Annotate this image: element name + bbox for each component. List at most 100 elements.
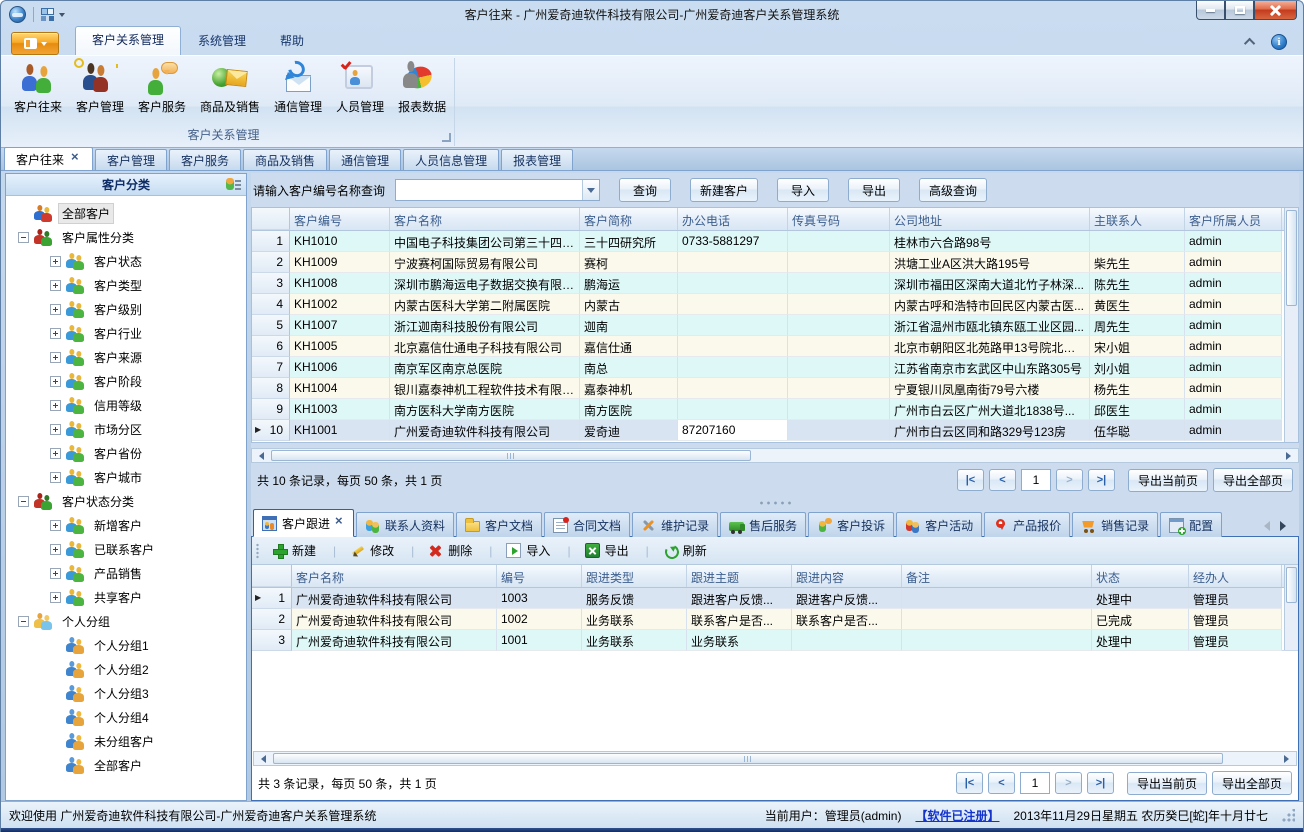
detail-tab[interactable]: 客户活动 <box>896 512 982 537</box>
tree-item[interactable]: 客户状态 <box>6 249 246 273</box>
table-row[interactable]: 4 KH1002 内蒙古医科大学第二附属医院 内蒙古 内蒙古呼和浩特市回民区内蒙… <box>252 294 1298 315</box>
ribbon-button[interactable]: 通信管理 <box>267 58 329 115</box>
toolbar-button[interactable]: 导入 <box>499 542 577 559</box>
table-row[interactable]: 9 KH1003 南方医科大学南方医院 南方医院 广州市白云区广州大道北1838… <box>252 399 1298 420</box>
detail-tab[interactable]: 客户文档 <box>456 512 542 537</box>
detail-tab[interactable]: 联系人资料 <box>356 512 454 537</box>
document-tab[interactable]: 客户管理 <box>95 149 167 170</box>
next-page-button[interactable]: > <box>1056 469 1083 491</box>
ribbon-tab[interactable]: 系统管理 <box>181 27 263 55</box>
tree-item[interactable]: 全部客户 <box>6 201 246 225</box>
app-menu-button[interactable] <box>11 32 59 55</box>
detail-tab[interactable]: 配置 <box>1160 512 1222 537</box>
col-header-follow-subject[interactable]: 跟进主题 <box>687 565 792 587</box>
table-row[interactable]: 2 广州爱奇迪软件科技有限公司 1002 业务联系 联系客户是否... 联系客户… <box>252 609 1298 630</box>
tree-item[interactable]: 个人分组3 <box>6 681 246 705</box>
page-number-input[interactable]: 1 <box>1020 772 1050 794</box>
toolbar-button[interactable]: 导出 <box>578 542 656 559</box>
col-header-status[interactable]: 状态 <box>1092 565 1189 587</box>
table-row[interactable]: 3 KH1008 深圳市鹏海运电子数据交换有限公司 鹏海运 深圳市福田区深南大道… <box>252 273 1298 294</box>
detail-tab[interactable]: 合同文档 <box>544 512 630 537</box>
detail-tab[interactable]: 销售记录 <box>1072 512 1158 537</box>
export-current-page-button[interactable]: 导出当前页 <box>1127 772 1207 795</box>
tree-item[interactable]: 已联系客户 <box>6 537 246 561</box>
col-header-phone[interactable]: 办公电话 <box>678 208 788 230</box>
action-button[interactable]: 导出 <box>848 178 900 202</box>
ribbon-button[interactable]: 客户往来 <box>7 58 69 115</box>
tree-expander-icon[interactable] <box>50 280 61 291</box>
scroll-tabs-right-icon[interactable] <box>1280 521 1291 531</box>
tree-item[interactable]: 个人分组4 <box>6 705 246 729</box>
vertical-scrollbar[interactable] <box>1284 208 1298 442</box>
tree-expander-icon[interactable] <box>50 256 61 267</box>
first-page-button[interactable]: |< <box>956 772 983 794</box>
tree-item[interactable]: 市场分区 <box>6 417 246 441</box>
tree-item[interactable]: 新增客户 <box>6 513 246 537</box>
col-header-customer-name[interactable]: 客户名称 <box>292 565 497 587</box>
tree-item[interactable]: 客户来源 <box>6 345 246 369</box>
next-page-button[interactable]: > <box>1055 772 1082 794</box>
document-tab[interactable]: 通信管理 <box>329 149 401 170</box>
tree-expander-icon[interactable] <box>50 568 61 579</box>
close-button[interactable] <box>1254 1 1297 20</box>
document-tab[interactable]: 客户服务 <box>169 149 241 170</box>
toolbar-button[interactable]: 修改 <box>343 542 421 559</box>
ribbon-button[interactable]: 商品及销售 <box>193 58 267 115</box>
detail-tab[interactable]: 客户跟进 <box>253 509 354 537</box>
tree-item[interactable]: 信用等级 <box>6 393 246 417</box>
export-all-pages-button[interactable]: 导出全部页 <box>1212 771 1292 795</box>
tree-expander-icon[interactable] <box>50 400 61 411</box>
tree-expander-icon[interactable] <box>18 496 29 507</box>
scroll-left-icon[interactable] <box>252 449 267 462</box>
scrollbar-thumb[interactable] <box>273 753 1223 764</box>
col-header-fax[interactable]: 传真号码 <box>788 208 890 230</box>
page-number-input[interactable]: 1 <box>1021 469 1051 491</box>
tree-expander-icon[interactable] <box>50 592 61 603</box>
detail-tab[interactable]: 维护记录 <box>632 512 718 537</box>
person-list-icon[interactable] <box>225 177 241 192</box>
tree-expander-icon[interactable] <box>50 424 61 435</box>
info-icon[interactable] <box>1271 34 1287 50</box>
scroll-right-icon[interactable] <box>1281 752 1296 765</box>
window-layout-icon[interactable] <box>41 8 54 21</box>
tree-expander-icon[interactable] <box>50 520 61 531</box>
close-tab-icon[interactable] <box>335 518 345 528</box>
table-row[interactable]: 8 KH1004 银川嘉泰神机工程软件技术有限公司 嘉泰神机 宁夏银川凤凰南街7… <box>252 378 1298 399</box>
scroll-left-icon[interactable] <box>254 752 269 765</box>
minimize-button[interactable] <box>1196 1 1225 20</box>
col-header-contact[interactable]: 主联系人 <box>1090 208 1185 230</box>
table-row[interactable]: 5 KH1007 浙江迦南科技股份有限公司 迦南 浙江省温州市瓯北镇东瓯工业区园… <box>252 315 1298 336</box>
table-row[interactable]: 6 KH1005 北京嘉信仕通电子科技有限公司 嘉信仕通 北京市朝阳区北苑路甲1… <box>252 336 1298 357</box>
action-button[interactable]: 导入 <box>777 178 829 202</box>
tree-expander-icon[interactable] <box>50 304 61 315</box>
toolbar-button[interactable]: 刷新 <box>656 542 714 559</box>
export-current-page-button[interactable]: 导出当前页 <box>1128 469 1208 492</box>
action-button[interactable]: 高级查询 <box>919 178 987 202</box>
toolbar-button[interactable]: 新建 <box>265 542 343 559</box>
search-input[interactable] <box>396 180 582 200</box>
detail-tab[interactable]: 售后服务 <box>720 512 806 537</box>
tree-item[interactable]: 客户级别 <box>6 297 246 321</box>
ribbon-tab[interactable]: 客户关系管理 <box>75 26 181 55</box>
tree-item[interactable]: 个人分组 <box>6 609 246 633</box>
col-header-address[interactable]: 公司地址 <box>890 208 1090 230</box>
col-header-handler[interactable]: 经办人 <box>1189 565 1282 587</box>
col-header-owner[interactable]: 客户所属人员 <box>1185 208 1282 230</box>
tree-item[interactable]: 全部客户 <box>6 753 246 777</box>
document-tab[interactable]: 人员信息管理 <box>403 149 499 170</box>
scroll-tabs-left-icon[interactable] <box>1259 521 1270 531</box>
col-header-follow-content[interactable]: 跟进内容 <box>792 565 902 587</box>
action-button[interactable]: 查询 <box>619 178 671 202</box>
tree-item[interactable]: 共享客户 <box>6 585 246 609</box>
tree-expander-icon[interactable] <box>50 352 61 363</box>
scroll-right-icon[interactable] <box>1283 449 1298 462</box>
tree-expander-icon[interactable] <box>50 376 61 387</box>
action-button[interactable]: 新建客户 <box>690 178 758 202</box>
ribbon-button[interactable]: 客户服务 <box>131 58 193 115</box>
table-row[interactable]: 1 KH1010 中国电子科技集团公司第三十四研... 三十四研究所 0733-… <box>252 231 1298 252</box>
tree-item[interactable]: 产品销售 <box>6 561 246 585</box>
tree-item[interactable]: 客户阶段 <box>6 369 246 393</box>
tree-expander-icon[interactable] <box>18 616 29 627</box>
first-page-button[interactable]: |< <box>957 469 984 491</box>
tree-item[interactable]: 客户类型 <box>6 273 246 297</box>
